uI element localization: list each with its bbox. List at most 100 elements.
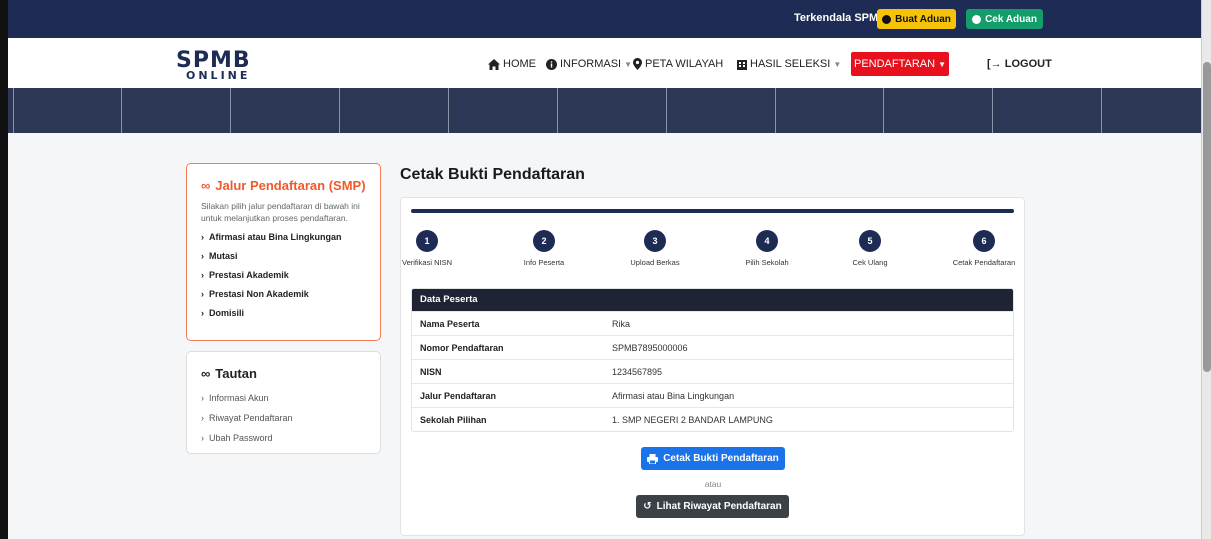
chevron-right-icon: › — [201, 433, 204, 443]
banner-cell — [558, 88, 667, 133]
nav-home-label: HOME — [503, 58, 536, 70]
info-icon — [546, 58, 557, 70]
history-icon: ↺ — [643, 501, 652, 512]
jalur-title-text: Jalur Pendaftaran (SMP) — [215, 178, 366, 193]
buat-aduan-button[interactable]: Buat Aduan — [877, 9, 956, 29]
step-number: 3 — [644, 230, 666, 252]
chevron-right-icon: › — [201, 250, 204, 261]
tautan-item-ubah-password[interactable]: › Ubah Password — [201, 433, 366, 443]
step-number: 5 — [859, 230, 881, 252]
row-value: SPMB7895000006 — [612, 342, 688, 353]
chevron-down-icon: ▼ — [624, 59, 633, 69]
jalur-list: › Afirmasi atau Bina Lingkungan › Mutasi ›… — [201, 232, 366, 318]
step-label: Upload Berkas — [630, 258, 680, 267]
nav-logout-label: LOGOUT — [1004, 58, 1052, 70]
map-pin-icon — [633, 58, 642, 70]
table-row: Sekolah Pilihan 1. SMP NEGERI 2 BANDAR L… — [412, 407, 1013, 431]
jalur-item-mutasi[interactable]: › Mutasi — [201, 251, 366, 261]
chevron-right-icon: › — [201, 307, 204, 318]
tautan-item-label: Riwayat Pendaftaran — [209, 413, 293, 423]
cek-aduan-button[interactable]: Cek Aduan — [966, 9, 1043, 29]
banner-cell — [776, 88, 884, 133]
chevron-right-icon: › — [201, 393, 204, 403]
step-label: Info Peserta — [523, 258, 565, 267]
exclamation-circle-icon — [882, 14, 892, 24]
home-icon — [488, 58, 500, 70]
banner-cell — [1102, 88, 1192, 133]
nav-pendaftaran-label: PENDAFTARAN — [853, 58, 936, 70]
logo-subtext: ONLINE — [186, 69, 251, 82]
nav-home[interactable]: HOME — [488, 58, 536, 70]
scrollbar[interactable] — [1201, 0, 1211, 539]
tautan-item-label: Informasi Akun — [209, 393, 269, 403]
top-bar: Terkendala SPMB ? Buat Aduan Cek Aduan — [8, 0, 1201, 38]
navbar: SPMB ONLINE HOME INFORMASI ▼ PETA WILAYA… — [8, 38, 1201, 88]
logo[interactable]: SPMB ONLINE — [176, 50, 251, 82]
row-value: Rika — [612, 318, 631, 329]
jalur-item-domisili[interactable]: › Domisili — [201, 308, 366, 318]
banner-cell — [340, 88, 449, 133]
tautan-item-riwayat[interactable]: › Riwayat Pendaftaran — [201, 413, 366, 423]
banner-cell — [449, 88, 558, 133]
banner-cell — [667, 88, 776, 133]
page-title: Cetak Bukti Pendaftaran — [400, 166, 585, 183]
tautan-title: ∞ Tautan — [201, 366, 366, 381]
check-circle-icon — [972, 14, 982, 24]
step-number: 4 — [756, 230, 778, 252]
buat-aduan-label: Buat Aduan — [895, 13, 951, 25]
tautan-list: › Informasi Akun › Riwayat Pendaftaran › Ub… — [201, 393, 366, 443]
nav-informasi[interactable]: INFORMASI ▼ — [546, 58, 632, 70]
nav-peta[interactable]: PETA WILAYAH — [633, 58, 723, 70]
step-6: 6 Cetak Pendaftaran — [952, 230, 1016, 267]
banner-cell — [993, 88, 1102, 133]
logout-icon: [→ — [987, 58, 1002, 70]
progress-bar — [411, 209, 1014, 213]
row-key: Nomor Pendaftaran — [420, 342, 504, 353]
row-value: 1234567895 — [612, 366, 663, 377]
step-number: 1 — [416, 230, 438, 252]
row-key: Jalur Pendaftaran — [420, 390, 497, 401]
step-2: 2 Info Peserta — [518, 230, 570, 267]
banner — [8, 88, 1201, 133]
cetak-bukti-button[interactable]: Cetak Bukti Pendaftaran — [641, 447, 785, 470]
chevron-right-icon: › — [201, 269, 204, 280]
lihat-riwayat-button[interactable]: ↺ Lihat Riwayat Pendaftaran — [636, 495, 789, 518]
step-3: 3 Upload Berkas — [627, 230, 683, 267]
row-key: NISN — [420, 366, 442, 377]
scrollbar-thumb[interactable] — [1203, 62, 1211, 372]
printer-icon — [647, 453, 659, 464]
step-label: Cetak Pendaftaran — [952, 258, 1016, 267]
table-row: NISN 1234567895 — [412, 359, 1013, 383]
tautan-card: ∞ Tautan › Informasi Akun › Riwayat Pendaf… — [186, 351, 381, 454]
step-1: 1 Verifikasi NISN — [401, 230, 453, 267]
jalur-item-prestasi-akademik[interactable]: › Prestasi Akademik — [201, 270, 366, 280]
table-row: Nomor Pendaftaran SPMB7895000006 — [412, 335, 1013, 359]
tautan-item-label: Ubah Password — [209, 433, 273, 443]
table-row: Jalur Pendaftaran Afirmasi atau Bina Lin… — [412, 383, 1013, 407]
tautan-title-text: Tautan — [215, 366, 257, 381]
nav-hasil-seleksi[interactable]: HASIL SELEKSI ▼ — [737, 58, 841, 70]
nav-pendaftaran[interactable]: PENDAFTARAN ▼ — [851, 52, 949, 76]
atau-text: atau — [704, 479, 722, 489]
row-value: 1. SMP NEGERI 2 BANDAR LAMPUNG — [612, 414, 773, 425]
row-key: Nama Peserta — [420, 318, 480, 329]
tautan-item-informasi-akun[interactable]: › Informasi Akun — [201, 393, 366, 403]
step-number: 6 — [973, 230, 995, 252]
window-edge — [0, 0, 8, 539]
jalur-item-label: Prestasi Akademik — [209, 269, 289, 280]
jalur-item-afirmasi[interactable]: › Afirmasi atau Bina Lingkungan — [201, 232, 366, 242]
table-row: Nama Peserta Rika — [412, 311, 1013, 335]
step-4: 4 Pilih Sekolah — [740, 230, 794, 267]
jalur-title: ∞ Jalur Pendaftaran (SMP) — [201, 178, 366, 193]
data-peserta-heading: Data Peserta — [412, 289, 1013, 311]
data-peserta-table: Data Peserta Nama Peserta Rika Nomor Pen… — [411, 288, 1014, 432]
building-icon — [737, 59, 747, 70]
step-label: Verifikasi NISN — [401, 258, 452, 267]
jalur-item-label: Domisili — [209, 307, 245, 318]
jalur-item-label: Prestasi Non Akademik — [209, 288, 309, 299]
jalur-item-label: Afirmasi atau Bina Lingkungan — [209, 231, 342, 242]
step-5: 5 Cek Ulang — [848, 230, 892, 267]
banner-cell — [884, 88, 993, 133]
jalur-item-prestasi-non-akademik[interactable]: › Prestasi Non Akademik — [201, 289, 366, 299]
nav-logout[interactable]: [→ LOGOUT — [987, 58, 1052, 70]
